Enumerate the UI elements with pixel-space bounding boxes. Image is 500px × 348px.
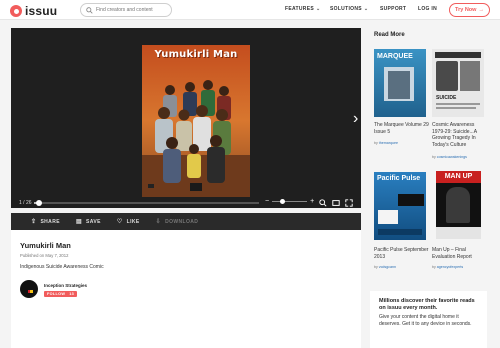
fullscreen-icon[interactable] [345, 199, 353, 207]
try-now-button[interactable]: Try Now → [449, 3, 490, 17]
search-box[interactable] [80, 3, 172, 17]
author-link[interactable]: cosmicawakenings [437, 155, 467, 159]
thumbnail-masthead: SUICIDE [436, 95, 457, 101]
thumbnail-masthead: MARQUEE [377, 53, 413, 60]
zoom-slider[interactable] [272, 198, 308, 204]
recommendation-title[interactable]: Pacific Pulse September 2013 [374, 247, 430, 260]
recommendation-thumbnail[interactable]: Pacific Pulse [374, 172, 426, 240]
publish-date: Published on May 7, 2012 [20, 253, 69, 258]
download-label: DOWNLOAD [165, 218, 199, 225]
document-details: Yumukirli Man Published on May 7, 2012 I… [11, 230, 361, 348]
signup-promo-card: Millions discover their favorite reads o… [370, 291, 487, 348]
follow-label: FOLLOW [47, 292, 66, 296]
recommendation-author: by agencyofexperts [432, 265, 463, 269]
try-now-label: Try Now [455, 7, 477, 13]
like-button[interactable]: ♡ LIKE [116, 218, 140, 226]
page-scrubber[interactable] [34, 200, 259, 206]
zoom-slider-handle[interactable] [280, 198, 286, 204]
save-button[interactable]: ▤ SAVE [75, 218, 101, 226]
heart-icon: ♡ [116, 219, 123, 225]
share-icon: ⇪ [31, 219, 37, 225]
recommendation-title[interactable]: Cosmic Awareness 1979-29: Suicide...A Gr… [432, 122, 488, 148]
issuu-logo[interactable]: issuu [10, 4, 57, 18]
by-label: by [432, 265, 436, 269]
recommendation-title[interactable]: The Marquee Volume 29 Issue 5 [374, 122, 430, 135]
page-scrubber-handle[interactable] [35, 200, 42, 206]
search-in-document-icon[interactable] [319, 199, 327, 207]
document-cover-page[interactable]: Yumukirli Man [142, 45, 250, 197]
recommendation-title[interactable]: Man Up – Final Evaluation Report [432, 247, 488, 260]
publisher-name[interactable]: Inception Strategies [44, 283, 87, 288]
follow-button[interactable]: FOLLOW 13 [44, 291, 78, 297]
share-button[interactable]: ⇪ SHARE [31, 218, 60, 226]
zoom-out-icon[interactable]: − [265, 198, 269, 205]
cover-illustration [142, 45, 250, 197]
nav-login[interactable]: LOG IN [418, 6, 437, 12]
document-description: Indigenous Suicide Awareness Comic [20, 264, 104, 270]
chevron-right-icon: › [353, 110, 359, 127]
recommendation-author: by vcdsgcann [374, 265, 396, 269]
document-action-bar: ⇪ SHARE ▤ SAVE ♡ LIKE ⇩ DOWNLOAD [11, 213, 361, 230]
nav-features[interactable]: FEATURES ⌄ [285, 6, 320, 12]
search-input[interactable] [96, 7, 171, 13]
nav-login-label: LOG IN [418, 6, 438, 12]
next-page-button[interactable]: › [353, 110, 358, 128]
by-label: by [374, 141, 378, 145]
read-more-heading: Read More [374, 32, 405, 38]
recommendation-thumbnail[interactable]: MARQUEE [374, 49, 426, 117]
bookmark-icon: ▤ [75, 219, 83, 225]
like-label: LIKE [126, 218, 140, 225]
recommendation-author: by cosmicawakenings [432, 155, 467, 159]
recommendation-thumbnail[interactable]: MAN UP [436, 171, 481, 239]
top-navigation-bar: issuu FEATURES⌄ SOLUTIONS⌄ SUPPORT LOG I… [0, 0, 500, 20]
logo-text: issuu [25, 4, 58, 18]
chevron-down-icon: ⌄ [363, 6, 369, 12]
zoom-control[interactable]: − + [265, 198, 314, 205]
share-label: SHARE [40, 218, 60, 225]
chevron-down-icon: ⌄ [315, 6, 321, 12]
arrow-right-icon: → [478, 7, 484, 13]
recommendation-thumbnail[interactable]: SUICIDE [432, 49, 484, 117]
by-label: by [432, 155, 436, 159]
promo-heading: Millions discover their favorite reads o… [379, 298, 475, 311]
save-label: SAVE [86, 218, 101, 225]
publisher-avatar[interactable] [20, 280, 38, 298]
nav-support-label: SUPPORT [380, 6, 407, 12]
author-link[interactable]: agencyofexperts [437, 265, 463, 269]
single-page-view-icon[interactable] [332, 199, 340, 207]
author-link[interactable]: themarquee [379, 141, 398, 145]
avatar-flag-stripes [25, 290, 34, 293]
logo-mark-icon [10, 5, 22, 17]
cover-title: Yumukirli Man [154, 49, 238, 60]
follower-count: 13 [69, 292, 75, 296]
nav-features-label: FEATURES [285, 6, 314, 12]
document-viewer[interactable]: Yumukirli Man › 1 / 26 − + [11, 28, 361, 208]
nav-solutions-label: SOLUTIONS [330, 6, 362, 12]
download-icon: ⇩ [155, 219, 162, 225]
by-label: by [374, 265, 378, 269]
nav-solutions[interactable]: SOLUTIONS ⌄ [330, 6, 368, 12]
download-button: ⇩ DOWNLOAD [155, 218, 199, 226]
zoom-in-icon[interactable]: + [310, 198, 314, 205]
document-title: Yumukirli Man [20, 241, 71, 250]
promo-body: Give your content the digital home it de… [379, 314, 472, 327]
thumbnail-masthead: Pacific Pulse [377, 175, 421, 182]
page-indicator: 1 / 26 [19, 200, 32, 206]
thumbnail-masthead: MAN UP [444, 173, 473, 180]
search-icon [86, 6, 93, 14]
nav-support[interactable]: SUPPORT [380, 6, 406, 12]
author-link[interactable]: vcdsgcann [379, 265, 396, 269]
recommendation-author: by themarquee [374, 141, 398, 145]
